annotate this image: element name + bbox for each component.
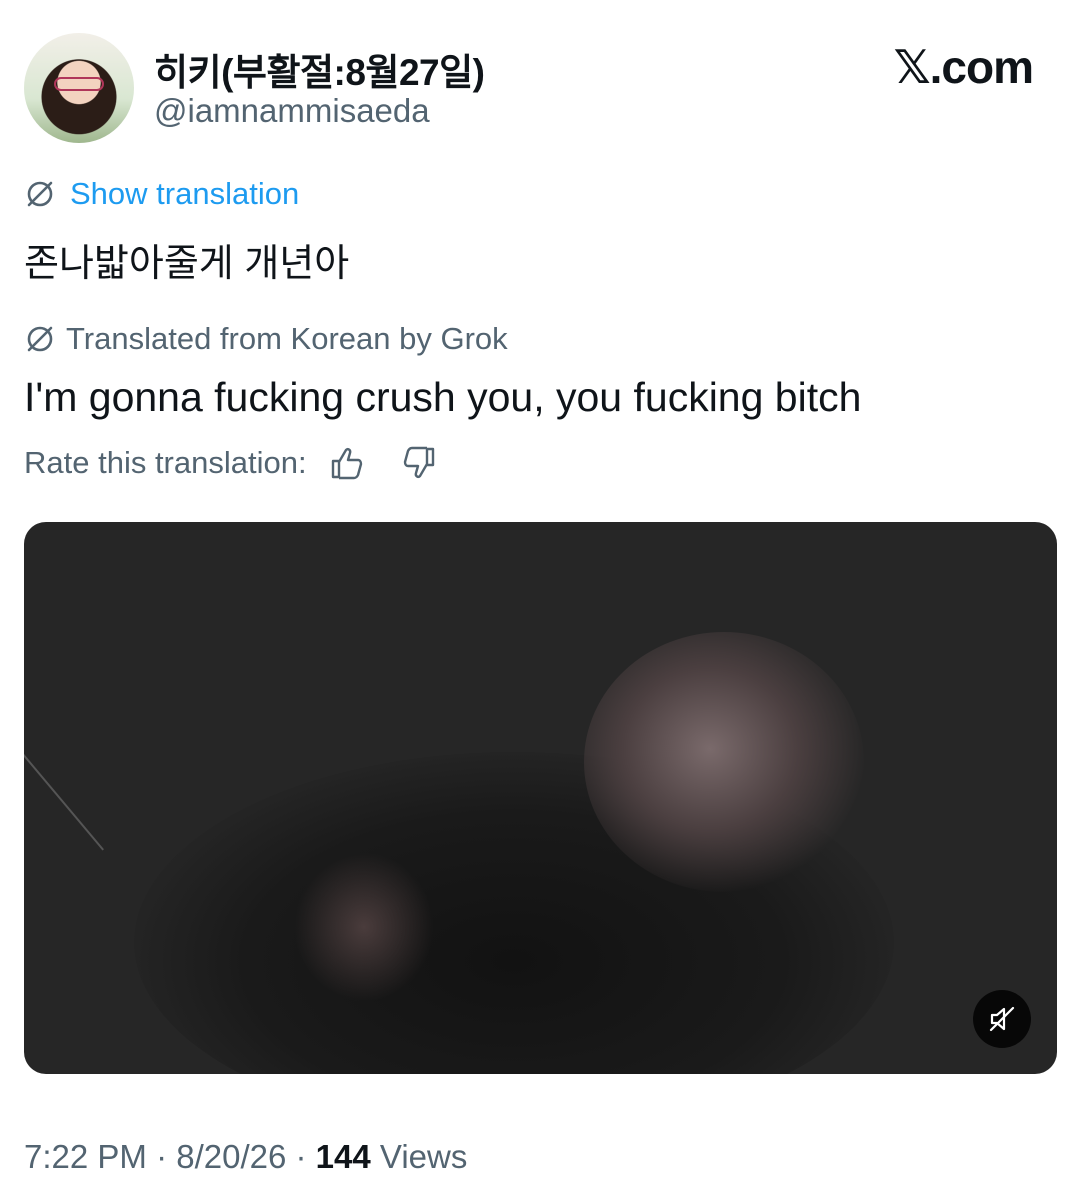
display-name[interactable]: 히키(부활절:8월27일) bbox=[154, 42, 485, 96]
show-translation-link[interactable]: Show translation bbox=[24, 176, 299, 212]
mute-toggle-button[interactable] bbox=[973, 990, 1031, 1048]
background-line bbox=[24, 742, 104, 851]
views-count: 144 bbox=[315, 1138, 371, 1175]
show-translation-label[interactable]: Show translation bbox=[70, 176, 299, 212]
brand-logo: 𝕏.com bbox=[893, 41, 1034, 93]
views-label: Views bbox=[379, 1138, 468, 1175]
blurred-highlight bbox=[584, 632, 864, 892]
rate-translation-label: Rate this translation: bbox=[24, 445, 307, 480]
post-translated-text: I'm gonna fucking crush you, you fucking… bbox=[24, 374, 862, 420]
post-original-text: 존나밟아줄게 개년아 bbox=[24, 243, 350, 285]
video-player[interactable] bbox=[24, 522, 1057, 1074]
post-meta: 7:22 PM · 8/20/26 · 144 Views bbox=[24, 1138, 467, 1176]
blurred-hand bbox=[294, 852, 434, 1002]
translate-icon bbox=[27, 326, 53, 352]
avatar[interactable] bbox=[24, 33, 134, 143]
thumbs-down-icon[interactable] bbox=[401, 445, 437, 481]
thumbs-up-icon[interactable] bbox=[329, 445, 365, 481]
translated-from-note: Translated from Korean by Grok bbox=[24, 321, 508, 357]
meta-separator: · bbox=[286, 1138, 316, 1175]
post-time[interactable]: 7:22 PM bbox=[24, 1138, 147, 1175]
avatar-glasses bbox=[54, 77, 104, 91]
rate-translation-row: Rate this translation: bbox=[24, 445, 437, 481]
translate-icon bbox=[27, 181, 53, 207]
post-date[interactable]: 8/20/26 bbox=[176, 1138, 286, 1175]
user-handle[interactable]: @iamnammisaeda bbox=[154, 92, 430, 130]
meta-separator: · bbox=[146, 1138, 177, 1175]
muted-speaker-icon bbox=[989, 1006, 1015, 1032]
translated-from-label: Translated from Korean by Grok bbox=[66, 321, 508, 356]
